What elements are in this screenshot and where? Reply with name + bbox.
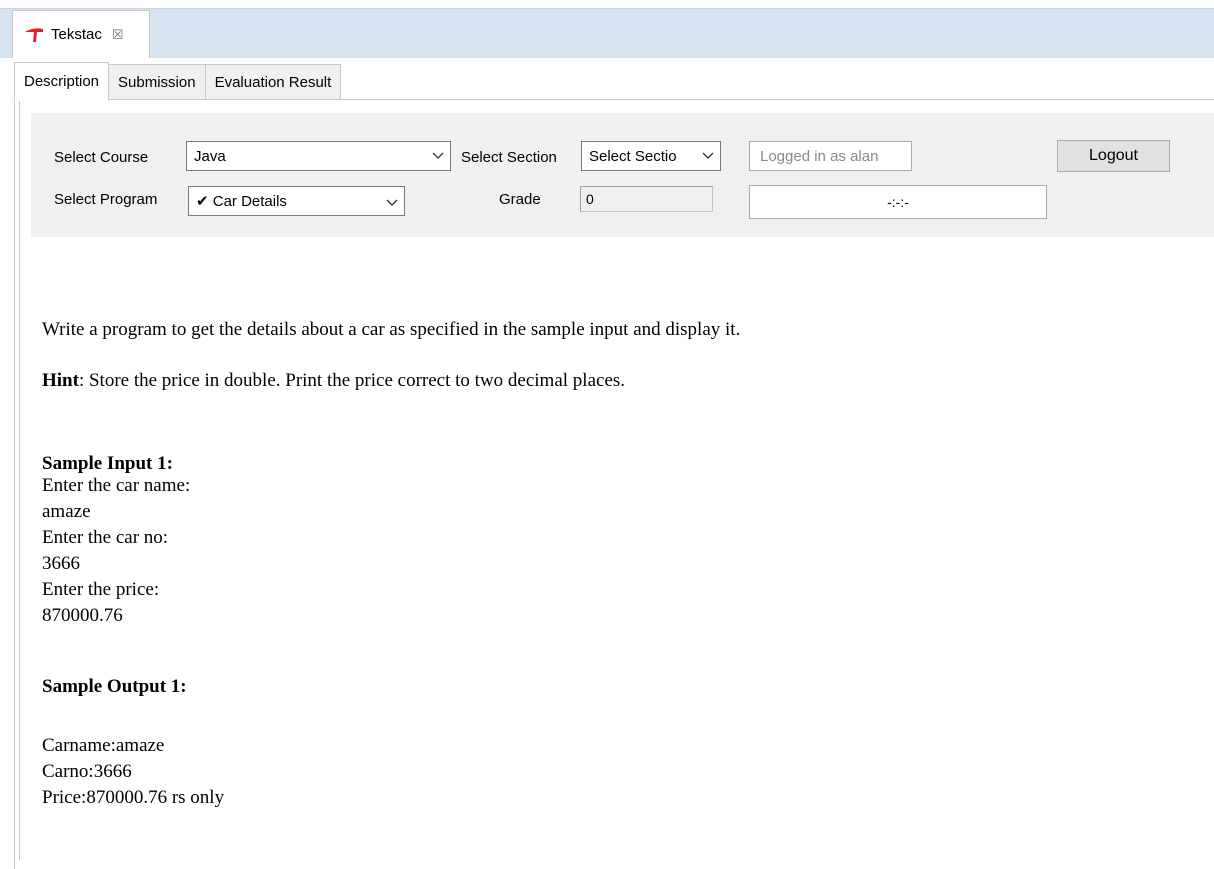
timer-field: -:-:- <box>749 185 1047 219</box>
grade-label: Grade <box>499 191 541 208</box>
hint-text: : Store the price in double. Print the p… <box>78 370 626 391</box>
inner-tab-bar: Description Submission Evaluation Result <box>14 62 342 101</box>
sample-output-section: Carname:amaze Carno:3666 Price:870000.76… <box>42 733 224 811</box>
program-select[interactable]: ✔ Car Details <box>188 186 405 216</box>
course-label: Select Course <box>54 149 149 166</box>
close-icon[interactable]: ☒ <box>112 27 124 43</box>
sample-input-heading: Sample Input 1: <box>42 453 173 474</box>
chevron-down-icon <box>432 152 444 159</box>
chevron-down-icon <box>386 199 398 206</box>
problem-intro: Write a program to get the details about… <box>42 319 741 340</box>
course-select[interactable]: Java <box>186 141 451 171</box>
hint-paragraph: Hint: Store the price in double. Print t… <box>42 370 625 392</box>
course-select-value: Java <box>194 147 226 165</box>
view-tab-tekstac[interactable]: Tekstac ☒ <box>12 10 150 58</box>
logged-in-text: Logged in as alan <box>760 147 879 165</box>
program-label: Select Program <box>54 191 158 208</box>
sample-input-section: Sample Input 1: Enter the car name: amaz… <box>42 453 190 629</box>
sample-input-line: Enter the car no: <box>42 527 169 548</box>
grade-value: 0 <box>586 191 594 207</box>
view-tab-bar <box>0 8 1214 58</box>
sample-input-line: amaze <box>42 501 91 522</box>
timer-value: -:-:- <box>887 194 909 210</box>
sample-output-line: Carno:3666 <box>42 761 132 782</box>
sample-input-line: Enter the car name: <box>42 475 191 496</box>
selection-panel: Select Course Java Select Section Select… <box>31 113 1214 237</box>
sample-output-line: Carname:amaze <box>42 735 165 756</box>
view-tab-strip: Tekstac ☒ <box>0 0 1214 58</box>
logout-button[interactable]: Logout <box>1057 140 1170 172</box>
tab-evaluation-result[interactable]: Evaluation Result <box>205 64 342 100</box>
hint-label: Hint <box>42 370 79 391</box>
sample-input-line: 3666 <box>42 553 80 574</box>
chevron-down-icon <box>702 152 714 159</box>
section-select-value: Select Sectio <box>589 147 677 165</box>
view-tab-title: Tekstac <box>51 26 102 43</box>
tab-submission[interactable]: Submission <box>109 64 206 100</box>
program-select-value: ✔ Car Details <box>196 193 287 210</box>
sample-output-line: Price:870000.76 rs only <box>42 787 225 808</box>
section-label: Select Section <box>461 149 557 166</box>
sample-input-line: 870000.76 <box>42 605 123 626</box>
sample-input-line: Enter the price: <box>42 579 160 600</box>
grade-field: 0 <box>580 186 713 212</box>
logged-in-field: Logged in as alan <box>749 141 912 171</box>
sample-output-heading: Sample Output 1: <box>42 676 187 698</box>
section-select[interactable]: Select Sectio <box>581 141 721 171</box>
tab-description[interactable]: Description <box>14 62 110 101</box>
sample-output-heading-text: Sample Output 1: <box>42 676 187 697</box>
tekstac-logo-icon <box>25 27 43 42</box>
